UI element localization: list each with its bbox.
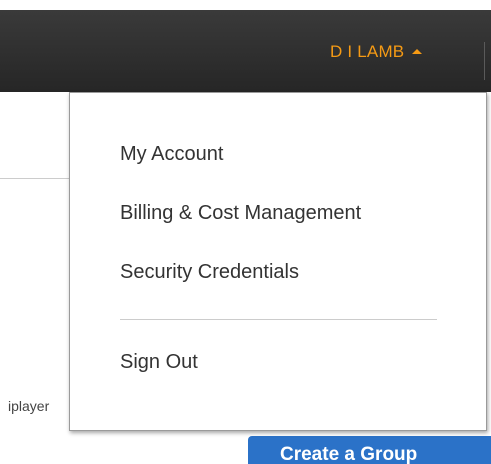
- page: D I LAMB iplayer Create a Group My Accou…: [0, 0, 491, 464]
- caret-up-icon: [412, 48, 423, 54]
- menu-item-sign-out[interactable]: Sign Out: [120, 351, 198, 374]
- header-divider: [484, 42, 485, 80]
- user-name-label: D I LAMB: [330, 42, 405, 61]
- account-dropdown-menu: My Account Billing & Cost Management Sec…: [69, 92, 487, 431]
- user-account-menu-toggle[interactable]: D I LAMB: [330, 42, 423, 62]
- menu-item-my-account[interactable]: My Account: [120, 143, 223, 166]
- create-group-button[interactable]: Create a Group: [248, 436, 491, 464]
- menu-item-billing[interactable]: Billing & Cost Management: [120, 202, 361, 225]
- top-strip: [0, 0, 491, 10]
- menu-separator: [120, 319, 437, 320]
- background-text-iplayer: iplayer: [8, 398, 50, 414]
- background-divider: [0, 178, 70, 179]
- menu-item-security-credentials[interactable]: Security Credentials: [120, 261, 299, 284]
